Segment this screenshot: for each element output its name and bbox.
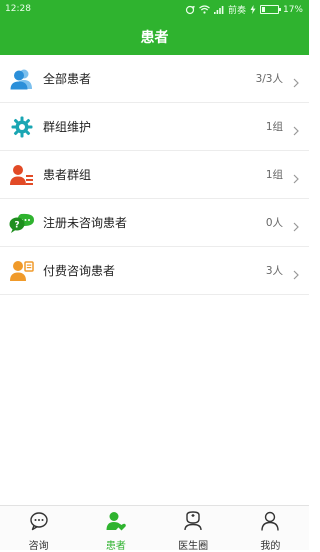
chevron-right-icon (293, 73, 299, 92)
tab-consult[interactable]: 咨询 (0, 506, 77, 552)
patient-group-icon (9, 162, 35, 188)
menu-item-value: 0人 (265, 217, 283, 229)
battery-fill (261, 7, 265, 12)
menu-item-label: 注册未咨询患者 (43, 216, 128, 230)
battery-percent: 17% (282, 4, 303, 15)
menu-item-label: 付费咨询患者 (43, 264, 116, 278)
patient-menu-list: 全部患者 3/3人 群组维护 1组 患者群组 1组 ? 注册未咨询患者 0人 付… (0, 55, 309, 295)
chat-bubbles-icon: ? (9, 210, 35, 236)
tab-me[interactable]: 我的 (232, 506, 309, 552)
tab-doctor-circle[interactable]: 医生圈 (155, 506, 232, 552)
menu-item-value: 1组 (265, 121, 283, 133)
chevron-right-icon (293, 169, 299, 188)
page-title: 患者 (140, 30, 169, 46)
battery-icon (259, 5, 281, 14)
patient-heart-icon (106, 511, 126, 535)
menu-item-value: 3人 (265, 265, 283, 277)
menu-item-paid-patients[interactable]: 付费咨询患者 3人 (0, 247, 309, 295)
menu-item-patient-groups[interactable]: 患者群组 1组 (0, 151, 309, 199)
carrier-label: 前奏 (227, 6, 246, 16)
chevron-right-icon (293, 265, 299, 284)
chat-icon (29, 511, 49, 535)
menu-item-group-maintenance[interactable]: 群组维护 1组 (0, 103, 309, 151)
patients-icon (9, 66, 35, 92)
profile-icon (260, 511, 280, 535)
menu-item-value: 1组 (265, 169, 283, 181)
menu-item-label: 全部患者 (43, 72, 92, 86)
status-time: 12:28 (5, 4, 31, 14)
menu-item-label: 群组维护 (43, 120, 92, 134)
tab-patients[interactable]: 患者 (77, 506, 154, 552)
charging-icon (250, 5, 256, 14)
menu-item-value: 3/3人 (255, 73, 283, 85)
app-bar: 患者 (0, 19, 309, 55)
chevron-right-icon (293, 121, 299, 140)
menu-item-registered-unconsulted[interactable]: ? 注册未咨询患者 0人 (0, 199, 309, 247)
gear-icon (9, 114, 35, 140)
svg-text:?: ? (14, 220, 19, 230)
menu-item-label: 患者群组 (43, 168, 92, 182)
wifi-icon (199, 5, 210, 14)
sync-icon (185, 5, 195, 15)
menu-item-all-patients[interactable]: 全部患者 3/3人 (0, 55, 309, 103)
chevron-right-icon (293, 217, 299, 236)
signal-icon (213, 5, 224, 14)
status-bar: 12:28 前奏 17% (0, 0, 309, 19)
doctor-icon (183, 511, 203, 535)
paid-patient-icon (9, 258, 35, 284)
bottom-tab-bar: 咨询 患者 医生圈 我的 (0, 505, 309, 552)
